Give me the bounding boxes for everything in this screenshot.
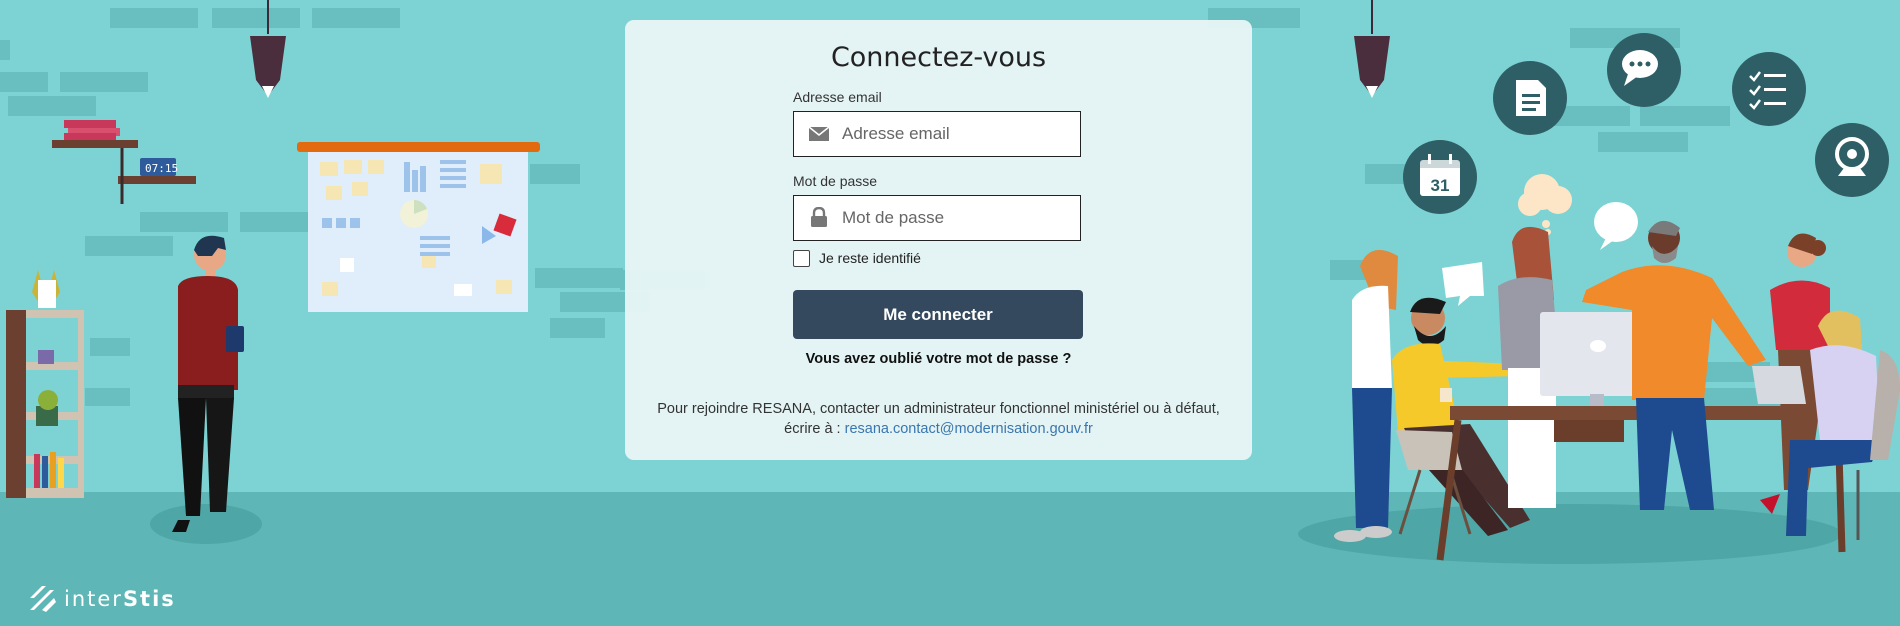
password-label: Mot de passe — [793, 173, 878, 189]
login-button[interactable]: Me connecter — [793, 290, 1083, 339]
info-text-block: Pour rejoindre RESANA, contacter un admi… — [645, 399, 1232, 439]
login-title: Connectez-vous — [830, 42, 1047, 73]
password-field[interactable] — [842, 196, 1072, 240]
remember-label[interactable]: Je reste identifié — [819, 250, 921, 266]
calendar-day: 31 — [1431, 176, 1450, 195]
contact-email-link[interactable]: resana.contact@modernisation.gouv.fr — [845, 421, 1093, 437]
bookshelf — [6, 270, 84, 498]
interstis-logo: interStis — [28, 584, 176, 614]
team-meeting-illustration — [1298, 174, 1900, 564]
login-card: Connectez-vous Adresse email Mot de pass… — [625, 20, 1252, 460]
shelf-clock-time: 07:15 — [145, 162, 178, 175]
email-field-wrapper — [793, 111, 1081, 157]
email-label: Adresse email — [793, 89, 882, 105]
webcam-icon — [1815, 123, 1889, 197]
calendar-icon: 31 — [1403, 140, 1477, 214]
lock-icon — [811, 207, 827, 227]
pendant-lamp-right — [1354, 0, 1390, 98]
forgot-password-link[interactable]: Vous avez oublié votre mot de passe ? — [625, 351, 1252, 367]
envelope-icon — [808, 126, 830, 141]
chat-icon — [1607, 33, 1681, 107]
checklist-icon — [1732, 52, 1806, 126]
remember-checkbox[interactable] — [793, 249, 810, 267]
email-field[interactable] — [842, 112, 1072, 156]
man-reading-figure — [150, 235, 262, 544]
document-icon — [1493, 61, 1567, 135]
interstis-logo-icon — [30, 586, 56, 612]
interstis-logo-text: interStis — [64, 587, 176, 611]
whiteboard — [297, 142, 540, 312]
password-field-wrapper — [793, 195, 1081, 241]
remember-me[interactable]: Je reste identifié — [793, 248, 921, 268]
wall-shelves: 07:15 — [52, 120, 196, 204]
